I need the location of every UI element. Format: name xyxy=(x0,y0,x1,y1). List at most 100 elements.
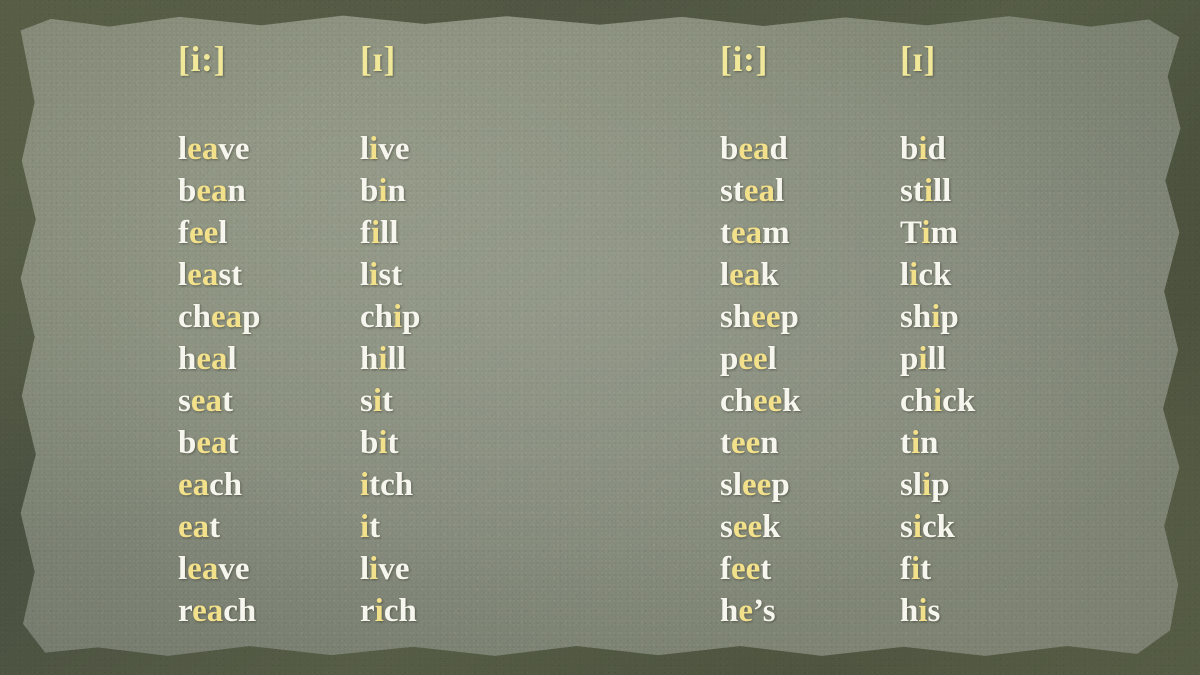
highlighted-vowel: i xyxy=(360,467,370,503)
highlighted-vowel: i xyxy=(909,257,919,293)
word-item: leave xyxy=(178,548,261,590)
long-ee-header-right: [i:] xyxy=(720,39,768,79)
word-suffix: ll xyxy=(387,341,406,377)
word-prefix: b xyxy=(360,425,379,461)
word-item: sick xyxy=(900,506,975,548)
word-item: leave xyxy=(178,128,261,170)
word-item: lick xyxy=(900,254,975,296)
highlighted-vowel: ea xyxy=(178,467,210,503)
word-prefix: s xyxy=(178,383,191,419)
word-prefix: h xyxy=(720,593,739,629)
highlighted-vowel: ea xyxy=(178,509,210,545)
word-suffix: st xyxy=(218,257,243,293)
word-list: leave bean feel least cheap heal seat beat each e… xyxy=(178,128,261,632)
word-prefix: ch xyxy=(178,299,211,335)
word-suffix: ve xyxy=(378,131,410,167)
word-item: chip xyxy=(360,296,421,338)
word-suffix: ’s xyxy=(753,593,776,629)
word-suffix: s xyxy=(927,593,941,629)
word-list: live bin fill list chip hill sit bit itch it live r… xyxy=(360,128,421,632)
word-suffix: l xyxy=(218,215,228,251)
word-suffix: l xyxy=(767,341,777,377)
word-prefix: h xyxy=(900,593,919,629)
word-suffix: ve xyxy=(218,551,250,587)
word-item: pill xyxy=(900,338,975,380)
word-suffix: l xyxy=(227,341,237,377)
word-prefix: sh xyxy=(720,299,752,335)
word-prefix: s xyxy=(900,509,913,545)
word-prefix: ch xyxy=(720,383,753,419)
word-suffix: ch xyxy=(209,467,243,503)
word-suffix: t xyxy=(222,383,233,419)
word-prefix: T xyxy=(900,215,922,251)
word-prefix: l xyxy=(178,131,188,167)
word-item: bid xyxy=(900,128,975,170)
word-suffix: p xyxy=(780,299,799,335)
word-item: sleep xyxy=(720,464,801,506)
highlighted-vowel: i xyxy=(923,173,934,209)
word-item: list xyxy=(360,254,421,296)
highlighted-vowel: ea xyxy=(729,257,761,293)
word-prefix: t xyxy=(720,215,731,251)
word-suffix: t xyxy=(369,509,381,545)
highlighted-vowel: ea xyxy=(196,425,228,461)
highlighted-vowel: ea xyxy=(196,341,228,377)
slide: [i:] leave bean feel least cheap heal seat beat e… xyxy=(0,0,1200,675)
word-suffix: n xyxy=(920,425,939,461)
word-list: bid still Tim lick ship pill chick tin slip sick f… xyxy=(900,128,975,632)
highlighted-vowel: i xyxy=(933,383,943,419)
word-suffix: p xyxy=(931,467,950,503)
short-i-header-right: [ɪ] xyxy=(900,39,936,79)
word-suffix: d xyxy=(927,131,946,167)
word-prefix: f xyxy=(360,215,371,251)
highlighted-vowel: ea xyxy=(743,173,775,209)
word-suffix: n xyxy=(227,173,246,209)
word-item: teen xyxy=(720,422,801,464)
word-suffix: ll xyxy=(380,215,399,251)
word-suffix: m xyxy=(930,215,959,251)
word-prefix: ch xyxy=(900,383,933,419)
word-prefix: b xyxy=(720,131,739,167)
highlighted-vowel: i xyxy=(918,341,928,377)
word-item: bean xyxy=(178,170,261,212)
word-suffix: ll xyxy=(933,173,952,209)
word-suffix: st xyxy=(378,257,403,293)
minimal-pairs-table: [i:] leave bean feel least cheap heal seat beat e… xyxy=(0,0,1200,675)
word-suffix: p xyxy=(402,299,421,335)
word-item: sheep xyxy=(720,296,801,338)
word-suffix: n xyxy=(760,425,779,461)
word-item: steal xyxy=(720,170,801,212)
word-suffix: k xyxy=(782,383,801,419)
highlighted-vowel: i xyxy=(911,551,921,587)
highlighted-vowel: ee xyxy=(738,341,768,377)
word-item: slip xyxy=(900,464,975,506)
word-item: bin xyxy=(360,170,421,212)
word-item: eat xyxy=(178,506,261,548)
highlighted-vowel: ea xyxy=(192,593,224,629)
highlighted-vowel: i xyxy=(918,131,928,167)
word-item: it xyxy=(360,506,421,548)
highlighted-vowel: i xyxy=(393,299,403,335)
word-item: ship xyxy=(900,296,975,338)
highlighted-vowel: ee xyxy=(731,551,761,587)
word-prefix: l xyxy=(720,257,730,293)
word-suffix: t xyxy=(227,425,239,461)
word-prefix: r xyxy=(178,593,193,629)
word-prefix: s xyxy=(720,509,733,545)
word-item: tin xyxy=(900,422,975,464)
word-suffix: ck xyxy=(942,383,976,419)
word-prefix: b xyxy=(178,425,197,461)
word-item: bit xyxy=(360,422,421,464)
word-prefix: p xyxy=(900,341,919,377)
word-suffix: ch xyxy=(383,593,417,629)
word-prefix: b xyxy=(178,173,197,209)
word-item: fill xyxy=(360,212,421,254)
word-item: hill xyxy=(360,338,421,380)
word-item: rich xyxy=(360,590,421,632)
word-item: still xyxy=(900,170,975,212)
highlighted-vowel: ea xyxy=(731,215,763,251)
word-item: leak xyxy=(720,254,801,296)
highlighted-vowel: e xyxy=(738,593,754,629)
word-suffix: d xyxy=(769,131,788,167)
word-item: beat xyxy=(178,422,261,464)
